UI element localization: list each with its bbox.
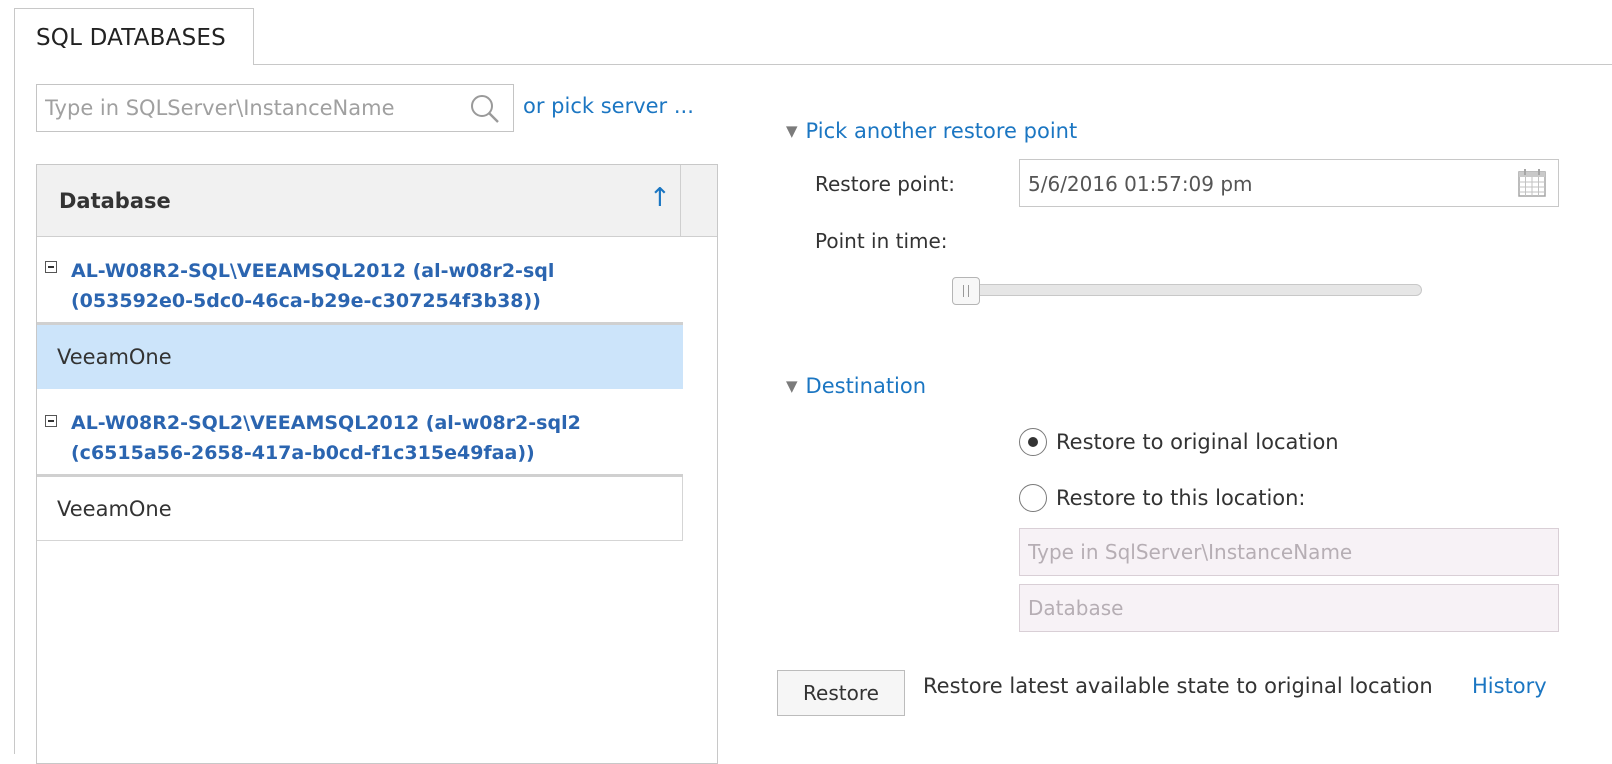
restore-point-value: 5/6/2016 01:57:09 pm: [1028, 172, 1253, 196]
database-grid: Database ↑ AL-W08R2-SQL\VEEAMSQL2012 (al…: [36, 164, 718, 764]
tab-sql-databases[interactable]: SQL DATABASES: [14, 8, 254, 65]
restore-description: Restore latest available state to origin…: [923, 674, 1433, 698]
sort-ascending-icon[interactable]: ↑: [649, 183, 671, 213]
database-column-header[interactable]: Database: [59, 189, 171, 213]
radio-this-location[interactable]: [1019, 484, 1047, 512]
server-group-row: AL-W08R2-SQL\VEEAMSQL2012 (al-w08r2-sql …: [37, 237, 683, 325]
point-in-time-label: Point in time:: [815, 229, 948, 253]
collapse-triangle-icon: ▼: [786, 122, 798, 140]
restore-button[interactable]: Restore: [777, 670, 905, 716]
restore-point-label: Restore point:: [815, 172, 955, 196]
radio-original[interactable]: [1019, 428, 1047, 456]
database-row[interactable]: VeeamOne: [37, 477, 683, 541]
history-link[interactable]: History: [1472, 674, 1547, 698]
column-divider[interactable]: [680, 165, 681, 236]
server-search-box: [36, 84, 514, 132]
pick-server-link[interactable]: or pick server ...: [523, 94, 694, 118]
search-icon[interactable]: [469, 93, 501, 125]
restore-point-field[interactable]: 5/6/2016 01:57:09 pm: [1019, 159, 1559, 207]
point-in-time-slider-handle[interactable]: [952, 277, 980, 305]
restore-original-label[interactable]: Restore to original location: [1056, 428, 1339, 456]
calendar-icon[interactable]: [1516, 167, 1548, 199]
target-database-input[interactable]: [1019, 584, 1559, 632]
collapse-triangle-icon: ▼: [786, 377, 798, 395]
restore-this-location-label[interactable]: Restore to this location:: [1056, 484, 1306, 512]
point-in-time-slider-track[interactable]: [952, 284, 1422, 296]
server-group-row: AL-W08R2-SQL2\VEEAMSQL2012 (al-w08r2-sql…: [37, 389, 683, 477]
destination-section-title: Destination: [805, 374, 927, 398]
target-server-input[interactable]: [1019, 528, 1559, 576]
grid-header: Database ↑: [37, 165, 717, 237]
server-group-title: AL-W08R2-SQL\VEEAMSQL2012 (al-w08r2-sql …: [71, 260, 555, 312]
destination-section-toggle[interactable]: ▼ Destination: [786, 374, 926, 398]
restore-point-section-toggle[interactable]: ▼ Pick another restore point: [786, 119, 1077, 143]
collapse-icon[interactable]: [45, 261, 57, 273]
restore-point-section-title: Pick another restore point: [805, 119, 1078, 143]
collapse-icon[interactable]: [45, 415, 57, 427]
server-search-input[interactable]: [45, 85, 465, 131]
database-row[interactable]: VeeamOne: [37, 325, 683, 389]
server-group-title: AL-W08R2-SQL2\VEEAMSQL2012 (al-w08r2-sql…: [71, 412, 581, 464]
